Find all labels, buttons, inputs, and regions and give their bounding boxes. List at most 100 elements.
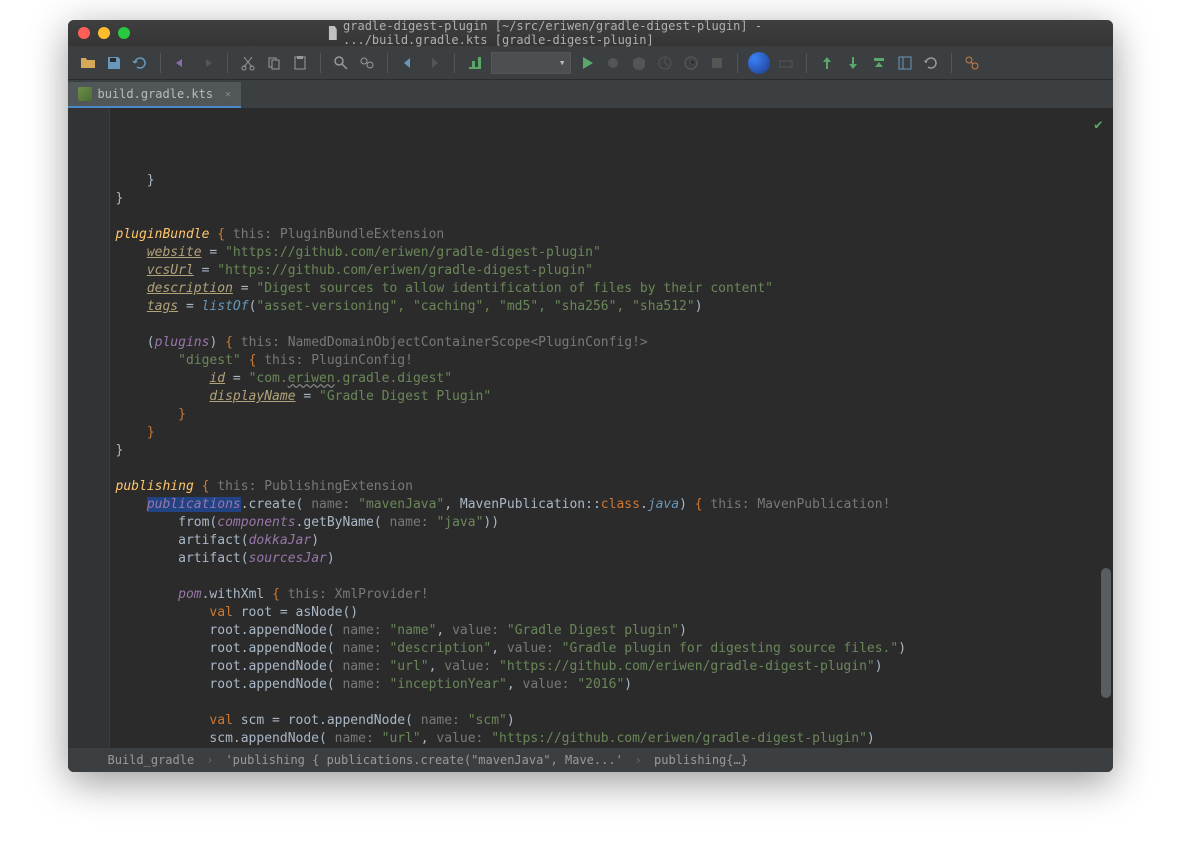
redo-icon[interactable] (197, 53, 217, 73)
hint: name: (342, 623, 381, 638)
id: sourcesJar (249, 551, 327, 566)
val: "java" (436, 515, 483, 530)
run-icon[interactable] (577, 53, 597, 73)
hint: value: (444, 659, 491, 674)
editor-tabs: build.gradle.kts ✕ (68, 80, 1113, 108)
ide-window: gradle-digest-plugin [~/src/eriwen/gradl… (68, 20, 1113, 772)
open-icon[interactable] (78, 53, 98, 73)
id-publications: publications (147, 497, 241, 512)
call: .create( (241, 497, 304, 512)
decl: root = asNode() (233, 605, 358, 620)
run-config-select[interactable]: ▾ (491, 52, 571, 74)
copy-icon[interactable] (264, 53, 284, 73)
code-area[interactable]: ✔ } } pluginBundle { this: PluginBundleE… (110, 108, 1113, 748)
breadcrumb[interactable]: Build_gradle › 'publishing { publication… (68, 748, 1113, 772)
prop-website: website (147, 245, 202, 260)
editor[interactable]: ✔ } } pluginBundle { this: PluginBundleE… (68, 108, 1113, 748)
minimize-button[interactable] (98, 27, 110, 39)
breadcrumb-item[interactable]: 'publishing { publications.create("maven… (225, 753, 622, 767)
tab-close-icon[interactable]: ✕ (225, 89, 231, 100)
forward-icon[interactable] (424, 53, 444, 73)
val: "Gradle plugin for digesting source file… (562, 641, 899, 656)
hint: value: (452, 623, 499, 638)
toolbar: ▾ (68, 46, 1113, 80)
title-label: gradle-digest-plugin [~/src/eriwen/gradl… (343, 20, 851, 47)
coverage-icon[interactable] (629, 53, 649, 73)
val: "https://github.com/eriwen/gradle-digest… (491, 731, 867, 746)
kw-publishing: publishing (116, 479, 194, 494)
call: from( (178, 515, 217, 530)
vcs-icon[interactable] (776, 53, 796, 73)
attach-icon[interactable] (681, 53, 701, 73)
find-icon[interactable] (331, 53, 351, 73)
titlebar[interactable]: gradle-digest-plugin [~/src/eriwen/gradl… (68, 20, 1113, 46)
gutter[interactable] (68, 108, 110, 748)
val: "description" (389, 641, 491, 656)
prop-dname: displayName (209, 389, 295, 404)
breadcrumb-separator: › (635, 753, 642, 767)
traffic-lights (78, 27, 130, 39)
back-icon[interactable] (398, 53, 418, 73)
call: artifact( (178, 533, 248, 548)
file-icon (329, 26, 337, 40)
kw: val (209, 713, 232, 728)
gradle-file-icon (78, 87, 92, 101)
id: java (648, 497, 679, 512)
avatar-icon[interactable] (748, 52, 770, 74)
breadcrumb-separator: › (206, 753, 213, 767)
undo-icon[interactable] (171, 53, 191, 73)
tab-build-gradle[interactable]: build.gradle.kts ✕ (68, 82, 242, 108)
hint: name: (335, 731, 374, 746)
debug-icon[interactable] (603, 53, 623, 73)
commit-icon[interactable] (843, 53, 863, 73)
close-button[interactable] (78, 27, 90, 39)
val: "scm" (468, 713, 507, 728)
update-icon[interactable] (817, 53, 837, 73)
replace-icon[interactable] (357, 53, 377, 73)
rollback-icon[interactable] (921, 53, 941, 73)
call: scm.appendNode( (209, 731, 326, 746)
search-everywhere-icon[interactable] (962, 53, 982, 73)
refresh-icon[interactable] (130, 53, 150, 73)
hint: name: (342, 659, 381, 674)
val: "2016" (577, 677, 624, 692)
build-icon[interactable] (465, 53, 485, 73)
val: "https://github.com/eriwen/gradle-digest… (225, 245, 601, 260)
push-icon[interactable] (869, 53, 889, 73)
save-icon[interactable] (104, 53, 124, 73)
id-plugins: plugins (155, 335, 210, 350)
kw: val (209, 605, 232, 620)
txt: , MavenPublication:: (444, 497, 601, 512)
val: "digest" (178, 353, 241, 368)
prop-vcsurl: vcsUrl (147, 263, 194, 278)
val: "https://github.com/eriwen/gradle-digest… (217, 263, 593, 278)
stop-icon[interactable] (707, 53, 727, 73)
breadcrumb-item[interactable]: publishing{…} (654, 753, 748, 767)
prop-tags: tags (147, 299, 178, 314)
hint: this: PublishingExtension (217, 479, 413, 494)
call: .getByName( (296, 515, 382, 530)
prop-desc: description (147, 281, 233, 296)
history-icon[interactable] (895, 53, 915, 73)
paste-icon[interactable] (290, 53, 310, 73)
id: dokkaJar (249, 533, 312, 548)
hint: this: XmlProvider! (288, 587, 429, 602)
hint: value: (507, 641, 554, 656)
profile-icon[interactable] (655, 53, 675, 73)
call: root.appendNode( (209, 677, 334, 692)
kw-pluginbundle: pluginBundle (116, 227, 210, 242)
breadcrumb-item[interactable]: Build_gradle (108, 753, 195, 767)
scrollbar[interactable] (1101, 568, 1111, 698)
maximize-button[interactable] (118, 27, 130, 39)
id: pom (178, 587, 201, 602)
hint: this: NamedDomainObjectContainerScope<Pl… (241, 335, 648, 350)
val: "asset-versioning", "caching", "md5", "s… (256, 299, 694, 314)
hint: name: (342, 641, 381, 656)
call: root.appendNode( (209, 641, 334, 656)
val: "Gradle Digest plugin" (507, 623, 679, 638)
cut-icon[interactable] (238, 53, 258, 73)
call: .withXml (202, 587, 265, 602)
hint: name: (311, 497, 350, 512)
hint: name: (342, 677, 381, 692)
hint: this: PluginBundleExtension (233, 227, 444, 242)
